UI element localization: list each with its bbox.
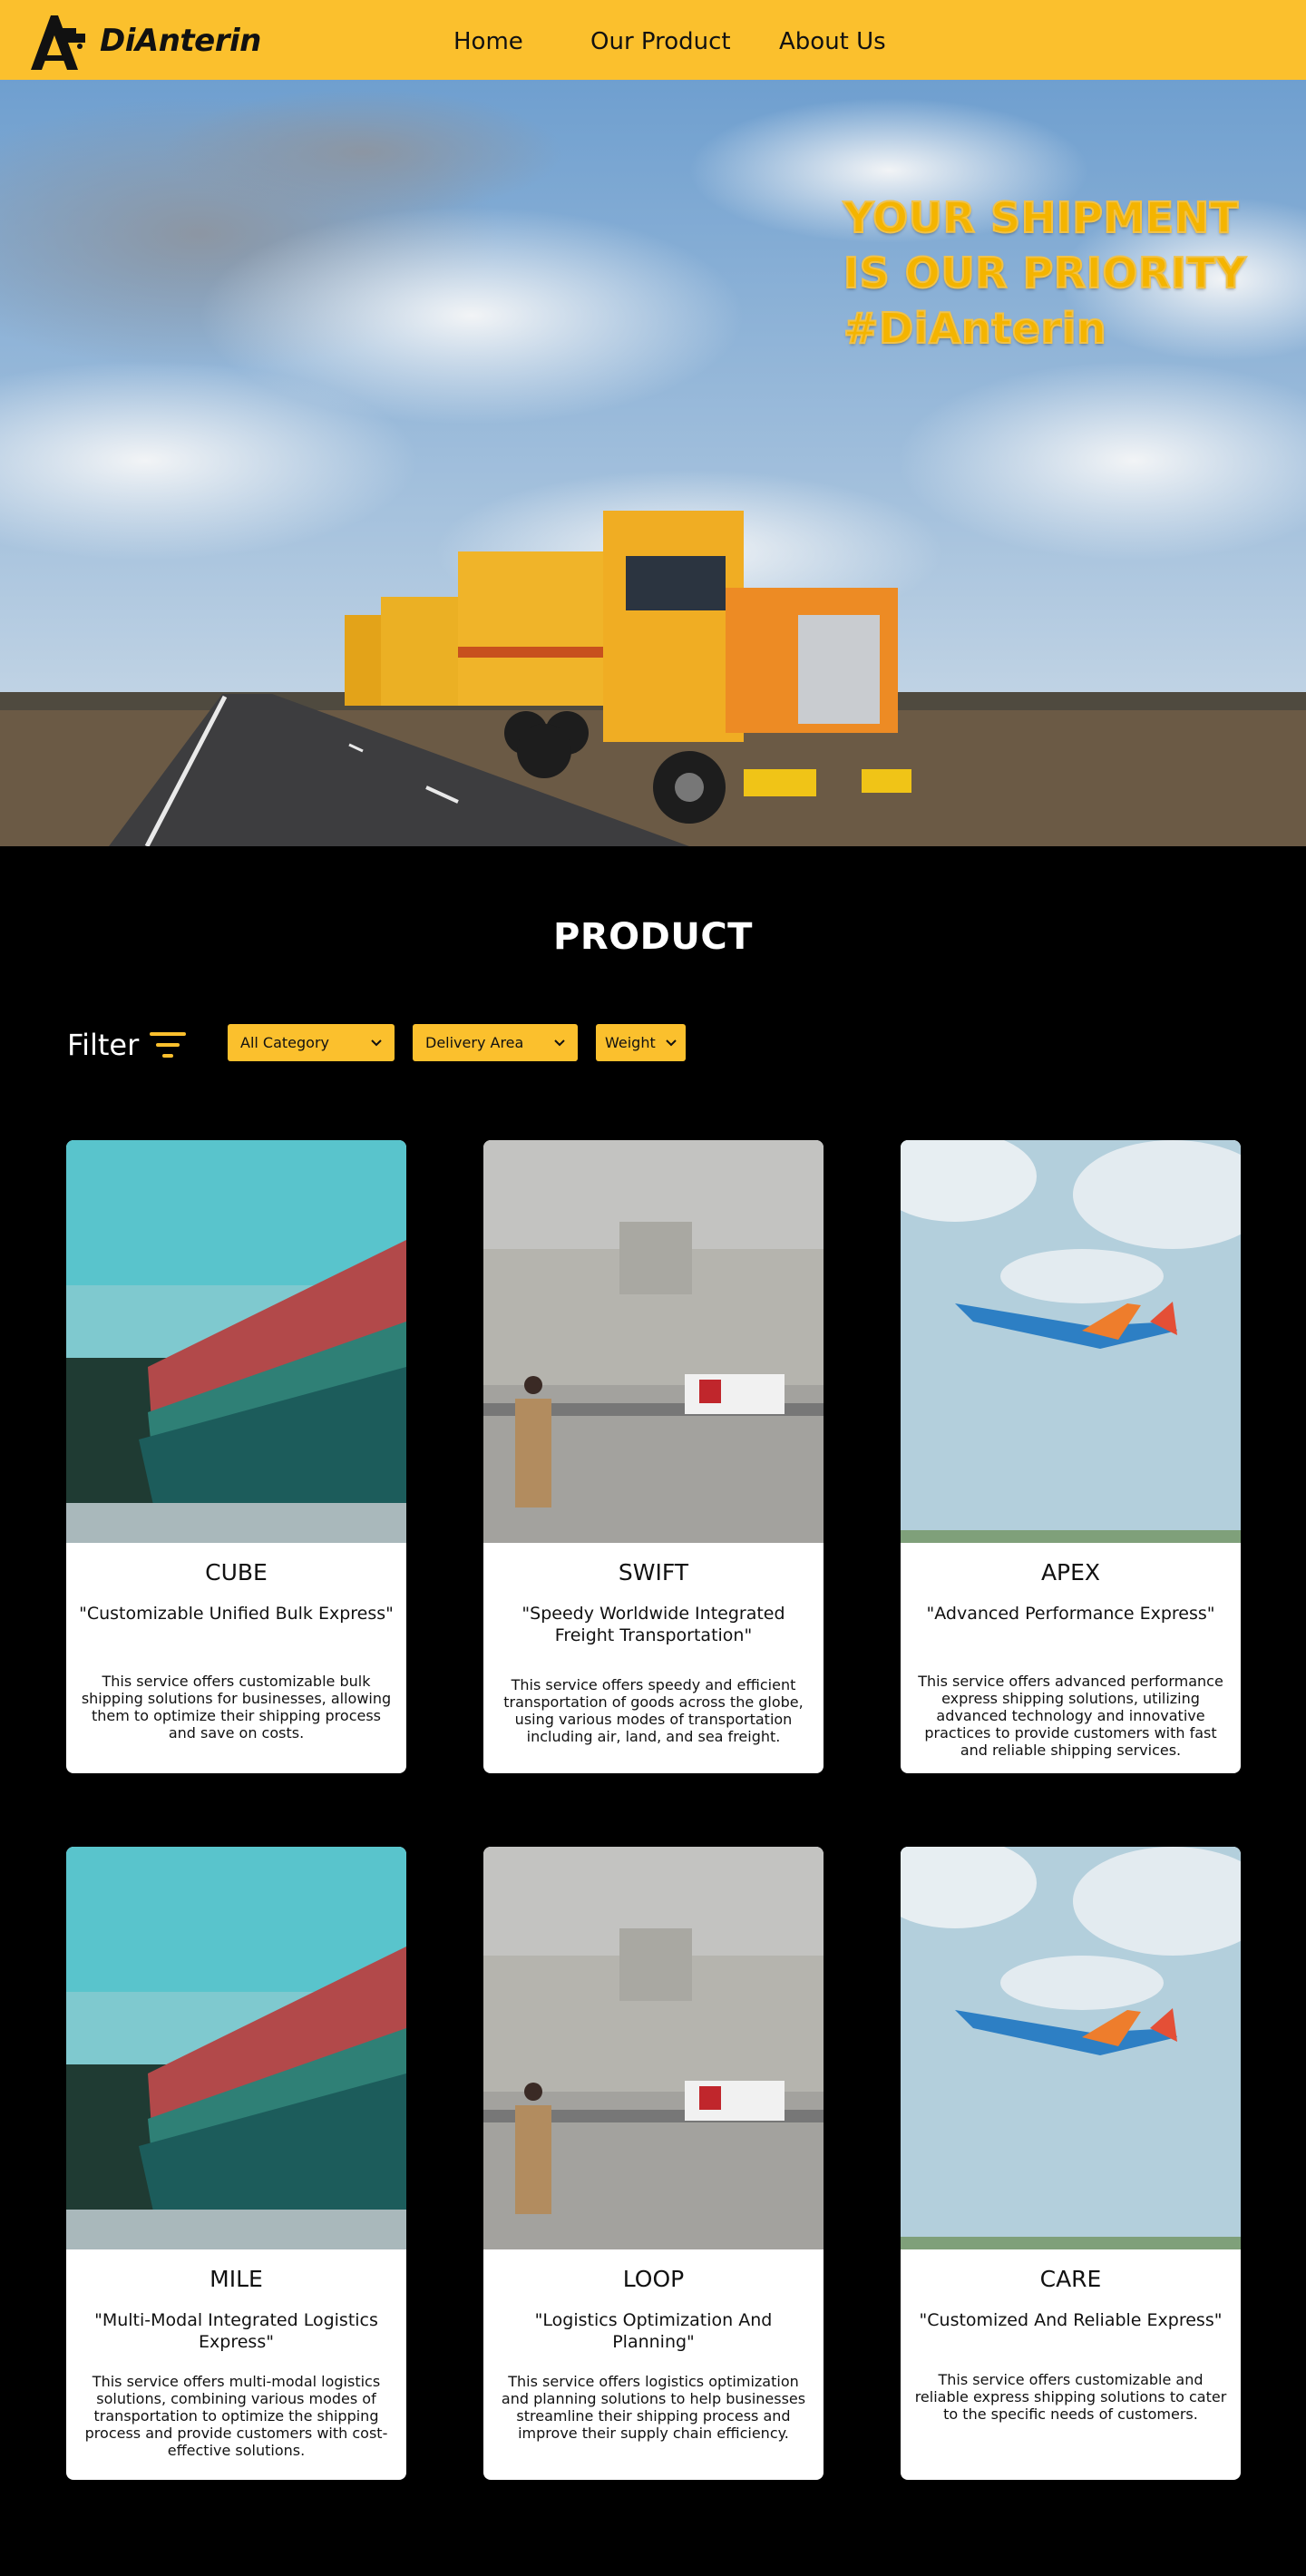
- product-name: MILE: [210, 2266, 263, 2292]
- hero-line-1: YOUR SHIPMENT: [843, 192, 1239, 243]
- hero-line-2: IS OUR PRIORITY: [843, 248, 1247, 298]
- product-name: CARE: [1039, 2266, 1102, 2292]
- weight-dropdown-label: Weight: [605, 1034, 656, 1051]
- courier-van-image: [483, 1847, 824, 2249]
- product-description: This service offers multi-modal logistic…: [84, 2373, 388, 2459]
- product-subtitle: "Multi-Modal Integrated Logistics Expres…: [94, 2310, 378, 2352]
- product-subtitle: "Customizable Unified Bulk Express": [79, 1604, 394, 1624]
- product-card-mile[interactable]: MILE "Multi-Modal Integrated Logistics E…: [66, 1847, 406, 2480]
- filter-control[interactable]: Filter: [67, 1028, 188, 1062]
- chevron-down-icon: [554, 1039, 565, 1046]
- site-header: DiAnterin Home Our Product About Us: [0, 0, 1306, 80]
- chevron-down-icon: [371, 1039, 382, 1046]
- brand-logo[interactable]: DiAnterin: [27, 9, 261, 73]
- product-card-loop[interactable]: LOOP "Logistics Optimization And Plannin…: [483, 1847, 824, 2480]
- product-name: CUBE: [205, 1559, 268, 1586]
- product-subtitle: "Logistics Optimization And Planning": [534, 2310, 773, 2352]
- delivery-area-dropdown[interactable]: Delivery Area: [413, 1024, 578, 1061]
- nav-about-us[interactable]: About Us: [779, 28, 886, 55]
- product-description: This service offers speedy and efficient…: [503, 1676, 804, 1745]
- airplane-image: [901, 1847, 1241, 2249]
- product-subtitle: "Speedy Worldwide Integrated Freight Tra…: [521, 1604, 785, 1645]
- product-subtitle: "Advanced Performance Express": [926, 1604, 1215, 1624]
- nav-home[interactable]: Home: [453, 28, 523, 55]
- weight-dropdown[interactable]: Weight: [596, 1024, 686, 1061]
- hero-banner: YOUR SHIPMENT IS OUR PRIORITY #DiAnterin: [0, 80, 1306, 846]
- filter-label: Filter: [67, 1028, 140, 1062]
- product-card-apex[interactable]: APEX "Advanced Performance Express" This…: [901, 1140, 1241, 1773]
- product-name: LOOP: [622, 2266, 685, 2292]
- hero-tagline: YOUR SHIPMENT IS OUR PRIORITY #DiAnterin: [843, 190, 1279, 356]
- product-card-cube[interactable]: CUBE "Customizable Unified Bulk Express"…: [66, 1140, 406, 1773]
- product-description: This service offers advanced performance…: [918, 1673, 1223, 1759]
- product-card-swift[interactable]: SWIFT "Speedy Worldwide Integrated Freig…: [483, 1140, 824, 1773]
- product-description: This service offers logistics optimizati…: [501, 2373, 806, 2442]
- courier-van-image: [483, 1140, 824, 1543]
- product-subtitle: "Customized And Reliable Express": [919, 2310, 1223, 2330]
- product-description: This service offers customizable and rel…: [914, 2371, 1227, 2423]
- delivery-area-dropdown-label: Delivery Area: [425, 1034, 524, 1051]
- product-card-care[interactable]: CARE "Customized And Reliable Express" T…: [901, 1847, 1241, 2480]
- container-ship-image: [66, 1847, 406, 2249]
- nav-our-product[interactable]: Our Product: [590, 28, 731, 55]
- hero-line-3: #DiAnterin: [843, 303, 1107, 354]
- category-dropdown-label: All Category: [240, 1034, 330, 1051]
- chevron-down-icon: [666, 1039, 677, 1046]
- category-dropdown[interactable]: All Category: [228, 1024, 395, 1061]
- section-title: PRODUCT: [553, 916, 753, 958]
- brand-name: DiAnterin: [100, 23, 261, 59]
- airplane-image: [901, 1140, 1241, 1543]
- truck-logo-icon: [31, 15, 85, 70]
- filter-icon: [150, 1032, 187, 1058]
- product-description: This service offers customizable bulk sh…: [81, 1673, 392, 1742]
- product-name: APEX: [1040, 1559, 1101, 1586]
- container-ship-image: [66, 1140, 406, 1543]
- product-name: SWIFT: [618, 1559, 689, 1586]
